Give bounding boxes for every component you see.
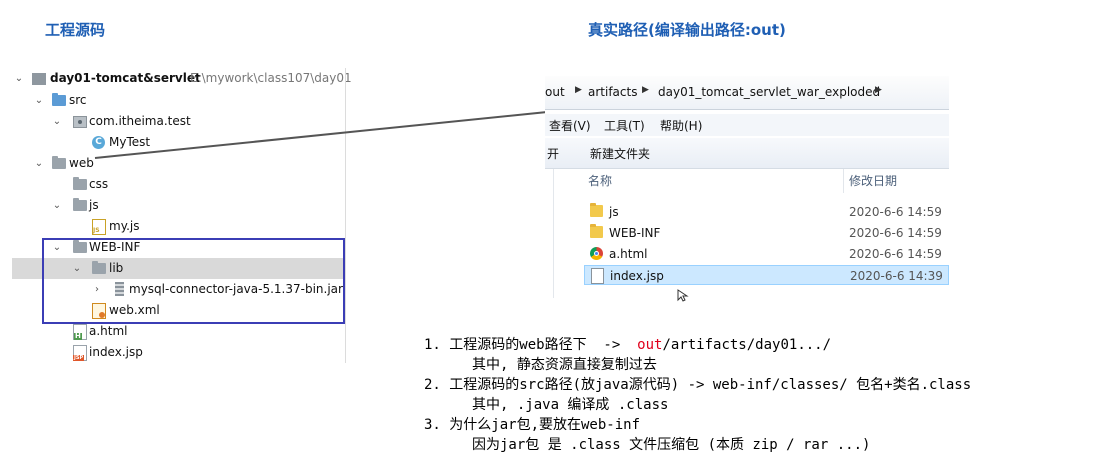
- menu-bar: 查看(V) 工具(T) 帮助(H): [545, 114, 949, 136]
- breadcrumb-war-exploded[interactable]: day01_tomcat_servlet_war_exploded: [658, 85, 880, 99]
- note-3: 3. 为什么jar包,要放在web-inf: [424, 417, 641, 433]
- file-date: 2020-6-6 14:59: [849, 226, 942, 240]
- file-date: 2020-6-6 14:59: [849, 205, 942, 219]
- note-1-out: out: [637, 337, 663, 353]
- file-icon: [591, 268, 604, 284]
- note-2: 2. 工程源码的src路径(放java源代码) -> web-inf/class…: [424, 377, 972, 393]
- navigation-pane[interactable]: [545, 169, 554, 298]
- file-explorer: out ▶ artifacts ▶ day01_tomcat_servlet_w…: [545, 76, 949, 298]
- note-1: 1. 工程源码的web路径下 -> out/artifacts/day01...…: [424, 334, 831, 354]
- chevron-right-icon[interactable]: ▶: [642, 85, 649, 95]
- file-name: index.jsp: [610, 269, 664, 283]
- breadcrumb-artifacts[interactable]: artifacts: [588, 85, 637, 99]
- menu-help[interactable]: 帮助(H): [660, 117, 702, 134]
- file-name: WEB-INF: [609, 226, 661, 240]
- note-3-sub: 因为jar包 是 .class 文件压缩包 (本质 zip / rar ...): [472, 437, 871, 453]
- file-date: 2020-6-6 14:39: [850, 269, 943, 283]
- note-1-text: 1. 工程源码的web路径下 ->: [424, 337, 638, 353]
- chevron-right-icon[interactable]: ▶: [875, 85, 882, 95]
- folder-icon: [590, 224, 603, 238]
- folder-icon: [590, 203, 603, 217]
- chevron-right-icon[interactable]: ▶: [575, 85, 582, 95]
- file-row-index-jsp[interactable]: index.jsp 2020-6-6 14:39: [584, 265, 949, 285]
- menu-tools[interactable]: 工具(T): [604, 117, 645, 134]
- address-bar[interactable]: out ▶ artifacts ▶ day01_tomcat_servlet_w…: [545, 76, 949, 110]
- open-button[interactable]: 开: [547, 145, 559, 162]
- note-2-sub: 其中, .java 编译成 .class: [472, 397, 669, 413]
- breadcrumb-out[interactable]: out: [545, 85, 565, 99]
- note-1-sub: 其中, 静态资源直接复制过去: [472, 357, 657, 373]
- file-name: a.html: [609, 247, 648, 261]
- file-row-a-html[interactable]: a.html 2020-6-6 14:59: [584, 244, 949, 264]
- chrome-icon: [590, 247, 603, 260]
- toolbar: 开 新建文件夹: [545, 138, 949, 169]
- file-row-web-inf[interactable]: WEB-INF 2020-6-6 14:59: [584, 223, 949, 243]
- file-date: 2020-6-6 14:59: [849, 247, 942, 261]
- file-list: 名称 修改日期 js 2020-6-6 14:59 WEB-INF 2020-6…: [584, 169, 949, 298]
- file-name: js: [609, 205, 619, 219]
- file-row-js[interactable]: js 2020-6-6 14:59: [584, 202, 949, 222]
- column-date[interactable]: 修改日期: [849, 169, 897, 193]
- menu-view[interactable]: 查看(V): [549, 117, 591, 134]
- mouse-cursor-icon: [677, 289, 689, 302]
- column-name[interactable]: 名称: [588, 169, 612, 193]
- column-separator[interactable]: [843, 169, 844, 193]
- new-folder-button[interactable]: 新建文件夹: [590, 145, 650, 162]
- note-1-path: /artifacts/day01.../: [662, 337, 832, 353]
